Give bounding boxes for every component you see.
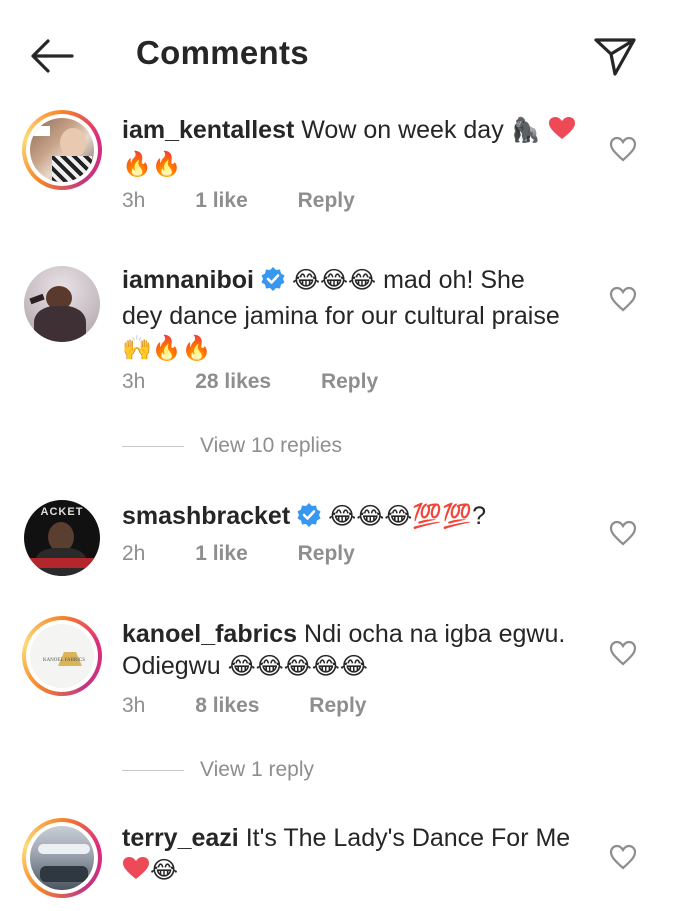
- comment-text: terry_eazi It's The Lady's Dance For Me …: [122, 822, 592, 888]
- view-replies-link[interactable]: View 1 reply: [122, 758, 314, 782]
- divider: [122, 445, 184, 447]
- laughing-emoji: 😂: [150, 856, 179, 884]
- view-replies-label: View 10 replies: [200, 434, 343, 457]
- send-direct-icon[interactable]: [590, 32, 640, 80]
- likes-count[interactable]: 8 likes: [195, 694, 259, 717]
- like-heart-icon[interactable]: [609, 640, 637, 666]
- verified-badge-icon: [260, 266, 286, 300]
- page-title: Comments: [136, 34, 309, 71]
- heart-emoji: [122, 856, 150, 888]
- comment-body: It's The Lady's Dance For Me: [245, 824, 571, 852]
- comment-body-line2: Odiegwu: [122, 652, 221, 680]
- username[interactable]: iamnaniboi: [122, 266, 254, 294]
- avatar[interactable]: KANOEL FABRICS: [22, 616, 102, 696]
- comment-body: ?: [472, 502, 486, 530]
- timestamp: 3h: [122, 694, 146, 717]
- username[interactable]: terry_eazi: [122, 824, 239, 852]
- comment-meta: 3h 8 likes Reply: [122, 694, 410, 718]
- verified-badge-icon: [296, 502, 322, 536]
- gorilla-emoji: 🦍: [510, 116, 541, 144]
- like-heart-icon[interactable]: [609, 136, 637, 162]
- comment-text: iamnaniboi 😂😂😂 mad oh! She dey dance jami…: [122, 264, 592, 364]
- laughing-hundred-emojis: 😂😂😂💯💯: [328, 502, 473, 530]
- likes-count[interactable]: 1 like: [195, 189, 248, 212]
- comment-meta: 3h 28 likes Reply: [122, 370, 422, 394]
- fire-emojis: 🔥🔥: [122, 150, 182, 178]
- username[interactable]: iam_kentallest: [122, 116, 294, 144]
- comment-text: smashbracket 😂😂😂💯💯?: [122, 500, 592, 536]
- likes-count[interactable]: 1 like: [195, 542, 248, 565]
- timestamp: 3h: [122, 370, 146, 393]
- avatar[interactable]: [22, 818, 102, 898]
- comment-body: Ndi ocha na igba egwu.: [304, 620, 566, 648]
- avatar[interactable]: [24, 266, 100, 342]
- username[interactable]: smashbracket: [122, 502, 290, 530]
- comment-meta: 2h 1 like Reply: [122, 542, 399, 566]
- laughing-emojis: 😂😂😂: [291, 266, 377, 294]
- praise-fire-emojis: 🙌🔥🔥: [122, 334, 212, 362]
- reply-button[interactable]: Reply: [298, 189, 355, 212]
- reply-button[interactable]: Reply: [298, 542, 355, 565]
- avatar[interactable]: ACKET: [24, 500, 100, 576]
- comment-body: Wow on week day: [301, 116, 504, 144]
- view-replies-link[interactable]: View 10 replies: [122, 434, 342, 458]
- comment-meta: 3h 1 like Reply: [122, 189, 399, 213]
- view-replies-label: View 1 reply: [200, 758, 315, 781]
- like-heart-icon[interactable]: [609, 844, 637, 870]
- timestamp: 2h: [122, 542, 146, 565]
- comment-body: mad oh! She: [383, 266, 525, 294]
- like-heart-icon[interactable]: [609, 286, 637, 312]
- header: Comments: [0, 0, 674, 110]
- avatar[interactable]: [22, 110, 102, 190]
- reply-button[interactable]: Reply: [309, 694, 366, 717]
- username[interactable]: kanoel_fabrics: [122, 620, 297, 648]
- like-heart-icon[interactable]: [609, 520, 637, 546]
- comment-text: iam_kentallest Wow on week day 🦍 🔥🔥: [122, 114, 592, 180]
- comment-text: kanoel_fabrics Ndi ocha na igba egwu. Od…: [122, 618, 592, 682]
- timestamp: 3h: [122, 189, 146, 212]
- likes-count[interactable]: 28 likes: [195, 370, 271, 393]
- divider: [122, 769, 184, 771]
- back-arrow-icon[interactable]: [28, 36, 76, 76]
- laughing-emojis: 😂😂😂😂😂: [227, 652, 368, 680]
- heart-emoji: [548, 116, 576, 148]
- reply-button[interactable]: Reply: [321, 370, 378, 393]
- comment-body-line2: dey dance jamina for our cultural praise: [122, 302, 560, 330]
